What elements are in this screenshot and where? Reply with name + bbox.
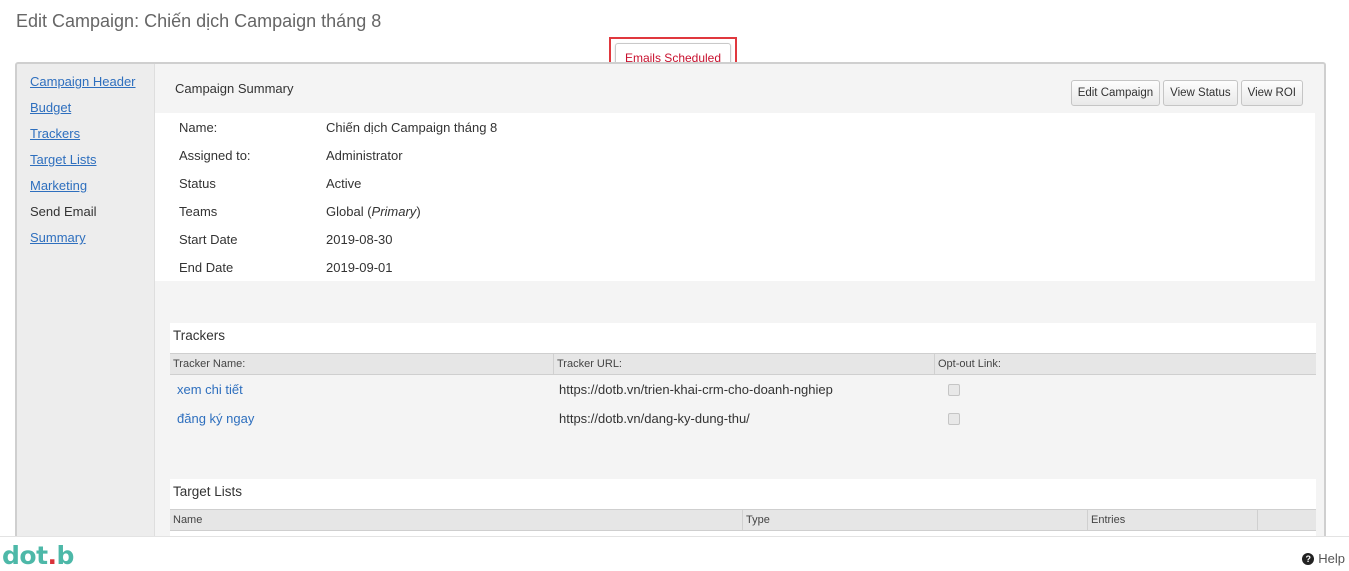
table-row: đăng ký ngay https://dotb.vn/dang-ky-dun… bbox=[170, 404, 1316, 433]
field-value: Active bbox=[326, 175, 362, 191]
teams-primary-label: Primary bbox=[371, 203, 417, 219]
sidebar-item-trackers[interactable]: Trackers bbox=[30, 125, 154, 151]
target-lists-table-header: Name Type Entries bbox=[170, 509, 1316, 531]
footer: dot.b ? Help bbox=[0, 536, 1349, 571]
view-status-button[interactable]: View Status bbox=[1163, 80, 1238, 106]
campaign-wizard-frame: Campaign Header Budget Trackers Target L… bbox=[15, 62, 1326, 542]
field-value: Administrator bbox=[326, 147, 403, 163]
sidebar-item-budget[interactable]: Budget bbox=[30, 99, 154, 125]
wizard-sidebar: Campaign Header Budget Trackers Target L… bbox=[17, 64, 154, 542]
field-label: Start Date bbox=[179, 231, 238, 247]
page-title: Edit Campaign: Chiến dịch Campaign tháng… bbox=[16, 11, 382, 31]
summary-toolbar: Edit Campaign View Status View ROI bbox=[1070, 80, 1303, 106]
field-label: End Date bbox=[179, 259, 234, 275]
sidebar-item-summary[interactable]: Summary bbox=[30, 229, 154, 255]
field-row-name: Name: Chiến dịch Campaign tháng 8 bbox=[155, 113, 1315, 141]
field-label: Assigned to: bbox=[179, 147, 251, 163]
column-header: Entries bbox=[1087, 510, 1257, 530]
trackers-title: Trackers bbox=[170, 323, 1316, 353]
sidebar-item-marketing[interactable]: Marketing bbox=[30, 177, 154, 203]
dotb-logo: dot.b bbox=[2, 541, 74, 570]
teams-value-close: ) bbox=[416, 203, 421, 219]
view-roi-button[interactable]: View ROI bbox=[1240, 80, 1303, 106]
campaign-summary-title: Campaign Summary bbox=[175, 81, 294, 96]
field-row-assigned-to: Assigned to: Administrator bbox=[155, 141, 1315, 169]
field-value: Global (Primary) bbox=[326, 204, 421, 219]
field-value: 2019-08-30 bbox=[326, 231, 393, 247]
campaign-summary-panel: Campaign Summary Edit Campaign View Stat… bbox=[155, 64, 1315, 281]
summary-fields: Name: Chiến dịch Campaign tháng 8 Assign… bbox=[155, 113, 1315, 281]
sidebar-item-target-lists[interactable]: Target Lists bbox=[30, 151, 154, 177]
help-link[interactable]: ? Help bbox=[1302, 551, 1345, 566]
field-label: Name: bbox=[179, 119, 218, 135]
field-label: Teams bbox=[179, 203, 218, 219]
edit-campaign-button[interactable]: Edit Campaign bbox=[1070, 80, 1161, 106]
field-value: Chiến dịch Campaign tháng 8 bbox=[326, 119, 498, 135]
field-row-teams: Teams Global (Primary) bbox=[155, 197, 1315, 225]
column-header-empty bbox=[1257, 510, 1316, 530]
field-value: 2019-09-01 bbox=[326, 259, 393, 275]
help-label: Help bbox=[1318, 551, 1345, 566]
field-row-status: Status Active bbox=[155, 169, 1315, 197]
wizard-content: Campaign Summary Edit Campaign View Stat… bbox=[154, 64, 1324, 542]
trackers-table-header: Tracker Name: Tracker URL: Opt-out Link: bbox=[170, 353, 1316, 375]
sidebar-item-campaign-header[interactable]: Campaign Header bbox=[30, 73, 154, 99]
column-header: Type bbox=[742, 510, 1087, 530]
column-header: Tracker URL: bbox=[553, 354, 934, 374]
field-row-start-date: Start Date 2019-08-30 bbox=[155, 225, 1315, 253]
optout-checkbox[interactable] bbox=[948, 383, 960, 396]
question-circle-icon: ? bbox=[1302, 552, 1315, 565]
target-lists-panel: Target Lists Name Type Entries bbox=[170, 479, 1316, 542]
field-label: Status bbox=[179, 175, 216, 191]
sidebar-item-send-email: Send Email bbox=[30, 204, 97, 219]
optout-checkbox[interactable] bbox=[948, 412, 960, 425]
tracker-name-link[interactable]: xem chi tiết bbox=[177, 382, 243, 397]
trackers-panel: Trackers Tracker Name: Tracker URL: Opt-… bbox=[170, 323, 1316, 433]
field-row-end-date: End Date 2019-09-01 bbox=[155, 253, 1315, 281]
tracker-name-link[interactable]: đăng ký ngay bbox=[177, 411, 254, 426]
tracker-url: https://dotb.vn/dang-ky-dung-thu/ bbox=[559, 411, 750, 426]
column-header: Opt-out Link: bbox=[934, 354, 1316, 374]
table-row: xem chi tiết https://dotb.vn/trien-khai-… bbox=[170, 375, 1316, 404]
tracker-url: https://dotb.vn/trien-khai-crm-cho-doanh… bbox=[559, 382, 833, 397]
teams-value: Global ( bbox=[326, 203, 372, 219]
column-header: Name bbox=[173, 514, 203, 526]
column-header: Tracker Name: bbox=[173, 358, 246, 370]
target-lists-title: Target Lists bbox=[170, 479, 1316, 509]
